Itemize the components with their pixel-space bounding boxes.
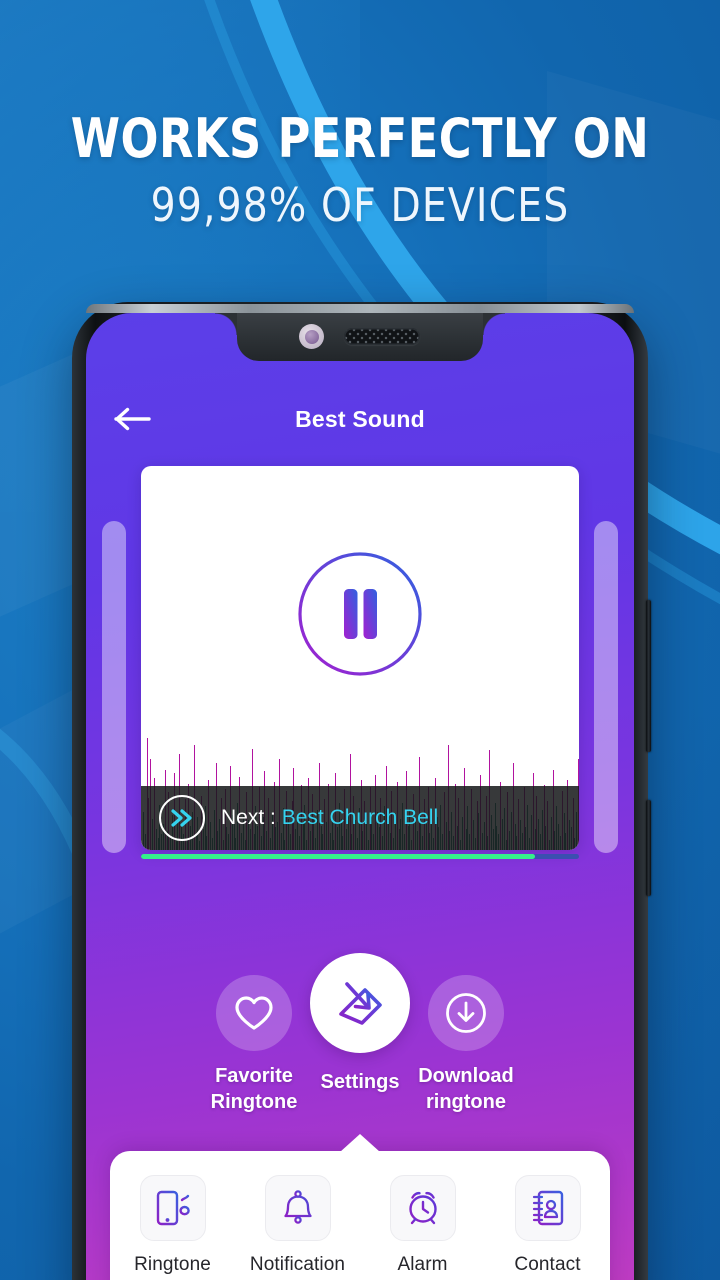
player-card: Next : Best Church Bell: [141, 466, 579, 850]
contact-tile: [514, 1175, 581, 1241]
sheet-item-row: Ringtone Notification Alarm Contact: [110, 1175, 610, 1276]
assign-ringtone-sheet: Ringtone Notification Alarm Contact: [110, 1134, 610, 1280]
phone-music-icon: [156, 1190, 190, 1226]
ringtone-tile: [139, 1175, 206, 1241]
sheet-item-ringtone[interactable]: Ringtone: [117, 1175, 229, 1276]
phone-power-button[interactable]: [646, 800, 651, 896]
bell-icon: [283, 1190, 312, 1224]
sheet-caret-icon: [340, 1134, 380, 1152]
notification-tile: [264, 1175, 331, 1241]
next-track-bar[interactable]: Next : Best Church Bell: [141, 786, 579, 850]
sheet-item-contact[interactable]: Contact: [492, 1175, 604, 1276]
playback-progress-fill: [141, 854, 536, 859]
app-bar: Best Sound: [86, 391, 634, 447]
earpiece-speaker-icon: [344, 328, 420, 345]
promo-headline: WORKS PERFECTLY ON 99,98% OF DEVICES: [0, 107, 720, 232]
download-ringtone-label: Download ringtone: [399, 1063, 533, 1115]
sheet-item-contact-label: Contact: [514, 1254, 581, 1275]
download-ringtone-icon-circle: [428, 975, 504, 1051]
phone-top-bezel: [86, 304, 634, 313]
screen-edge-rail-left: [102, 521, 126, 853]
next-track-prefix: Next :: [221, 806, 276, 829]
download-ringtone-button[interactable]: Download ringtone: [399, 975, 533, 1115]
contact-book-icon: [532, 1190, 563, 1226]
sheet-item-ringtone-label: Ringtone: [134, 1254, 211, 1275]
arrow-left-icon: [114, 407, 151, 431]
transport-area: [141, 466, 579, 766]
next-track-button[interactable]: [159, 795, 205, 841]
double-chevron-right-icon: [171, 809, 192, 827]
pause-button[interactable]: [297, 551, 423, 682]
action-row: Favorite Ringtone Settings Download ring…: [86, 953, 634, 1123]
screen-edge-rail-right: [594, 521, 618, 853]
download-label-line2: ringtone: [426, 1091, 506, 1113]
pause-icon: [298, 551, 422, 676]
sheet-item-alarm[interactable]: Alarm: [367, 1175, 479, 1276]
settings-icon-circle: [310, 953, 410, 1053]
playback-progress-bar[interactable]: [141, 854, 579, 859]
download-circle-icon: [446, 993, 486, 1033]
download-label-line1: Download: [418, 1065, 514, 1087]
promo-headline-line2: 99,98% OF DEVICES: [150, 178, 570, 232]
save-to-tray-icon: [339, 982, 382, 1025]
phone-notch: [215, 313, 505, 361]
alarm-tile: [389, 1175, 456, 1241]
alarm-clock-icon: [408, 1191, 437, 1225]
heart-icon: [235, 996, 273, 1030]
phone-screen: Best Sound Next: Best Church Bell Favor…: [86, 313, 634, 1280]
page-title: Best Sound: [295, 405, 425, 432]
sheet-item-notification-label: Notification: [249, 1254, 346, 1275]
next-track-text: Next : Best Church Bell: [221, 806, 438, 830]
front-camera-icon: [299, 324, 324, 349]
phone-volume-button[interactable]: [646, 600, 651, 752]
promo-headline-line1: WORKS PERFECTLY ON: [70, 107, 650, 170]
back-button[interactable]: [110, 402, 156, 436]
sheet-item-alarm-label: Alarm: [397, 1254, 448, 1275]
phone-mockup: Best Sound Next: Best Church Bell Favor…: [72, 302, 651, 1280]
sheet-item-notification[interactable]: Notification: [242, 1175, 354, 1276]
next-track-name: Best Church Bell: [281, 806, 439, 829]
